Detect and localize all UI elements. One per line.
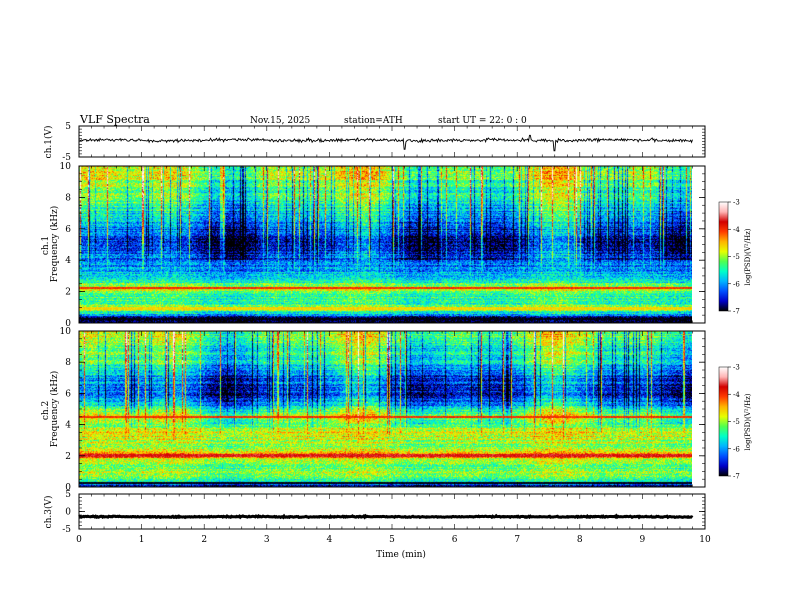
x-tick-label: 7: [514, 535, 520, 545]
ch1-colorbar: -3 -4 -5 -6 -7 log(PSD)(V²/Hz): [718, 199, 752, 316]
y-tick-label: 6: [65, 225, 71, 235]
ch1-spectrogram-panel: 0246810 ch.1 Frequency (kHz): [41, 162, 706, 329]
ch2-colorbar: -3 -4 -5 -6 -7 log(PSD)(V²/Hz): [718, 364, 752, 481]
ch2-colorbar-gradient: [718, 366, 729, 477]
ch1-frequency-label: ch.1 Frequency (kHz): [41, 206, 60, 283]
colorbar-tick-label: -7: [733, 473, 740, 481]
x-tick-label: 4: [327, 535, 333, 545]
colorbar-tick-label: -5: [733, 253, 740, 261]
ch1-colorbar-label: log(PSD)(V²/Hz): [744, 228, 752, 285]
x-tick-label: 10: [699, 535, 711, 545]
ch1-waveform-panel: 5-5 ch.1(V): [43, 122, 706, 163]
ch2-frequency-label: ch.2 Frequency (kHz): [41, 371, 60, 448]
y-tick-label: 5: [65, 490, 71, 500]
ch1-colorbar-ticks: -3 -4 -5 -6 -7: [728, 199, 740, 316]
time-axis-label: Time (min): [376, 549, 426, 560]
x-tick-label: 0: [76, 535, 82, 545]
y-tick-label: 4: [65, 421, 71, 431]
colorbar-tick-label: -4: [733, 226, 740, 234]
x-tick-label: 9: [640, 535, 646, 545]
y-tick-label: 4: [65, 256, 71, 266]
y-tick-label: 8: [65, 193, 71, 203]
y-tick-label: 6: [65, 389, 71, 399]
ch2-colorbar-ticks: -3 -4 -5 -6 -7: [728, 364, 740, 481]
ch1-waveform-line: [78, 134, 693, 152]
ch3-y-ticks: 5 0 -5: [62, 490, 705, 535]
ch3-waveform-line: [78, 513, 694, 520]
figure-title: VLF Spectra: [79, 113, 150, 126]
ch3-waveform-frame: [78, 493, 706, 530]
colorbar-tick-label: -7: [733, 308, 740, 316]
colorbar-tick-label: -4: [733, 391, 740, 399]
x-tick-label: 6: [452, 535, 458, 545]
colorbar-tick-label: -3: [733, 364, 740, 372]
ch1-frequency-label-line2: Frequency (kHz): [49, 206, 60, 283]
x-tick-label: 8: [577, 535, 583, 545]
ch2-spectrogram-panel: 0246810 ch.2 Frequency (kHz): [41, 327, 706, 493]
station-label: station=ATH: [344, 116, 403, 126]
x-tick-label: 1: [139, 535, 145, 545]
colorbar-tick-label: -5: [733, 418, 740, 426]
x-tick-label: 5: [389, 535, 395, 545]
ch1-colorbar-gradient: [718, 201, 729, 312]
colorbar-tick-label: -3: [733, 199, 740, 207]
y-tick-label: 10: [60, 162, 72, 172]
ch1-spectrogram-heatmap: [79, 166, 692, 323]
ch3-y-label: ch.3(V): [43, 496, 54, 529]
y-tick-label: -5: [62, 525, 71, 535]
date-label: Nov.15, 2025: [250, 116, 311, 126]
vlf-spectra-figure: VLF Spectra Nov.15, 2025 station=ATH sta…: [41, 113, 752, 560]
x-tick-label: 3: [264, 535, 270, 545]
colorbar-tick-label: -6: [733, 280, 740, 288]
colorbar-tick-label: -6: [733, 445, 740, 453]
start-ut-label: start UT = 22: 0 : 0: [438, 116, 527, 126]
y-tick-label: 2: [65, 452, 71, 462]
y-tick-label: 2: [65, 288, 71, 298]
ch2-colorbar-label: log(PSD)(V²/Hz): [744, 393, 752, 450]
x-tick-label: 2: [201, 535, 207, 545]
ch2-spectrogram-heatmap: [79, 331, 692, 487]
y-tick-label: 5: [65, 122, 71, 132]
y-tick-label: 10: [60, 327, 72, 337]
ch2-frequency-label-line2: Frequency (kHz): [49, 371, 60, 448]
ch1-y-label: ch.1(V): [43, 126, 54, 159]
y-tick-label: 8: [65, 358, 71, 368]
y-tick-label: 0: [65, 508, 71, 518]
